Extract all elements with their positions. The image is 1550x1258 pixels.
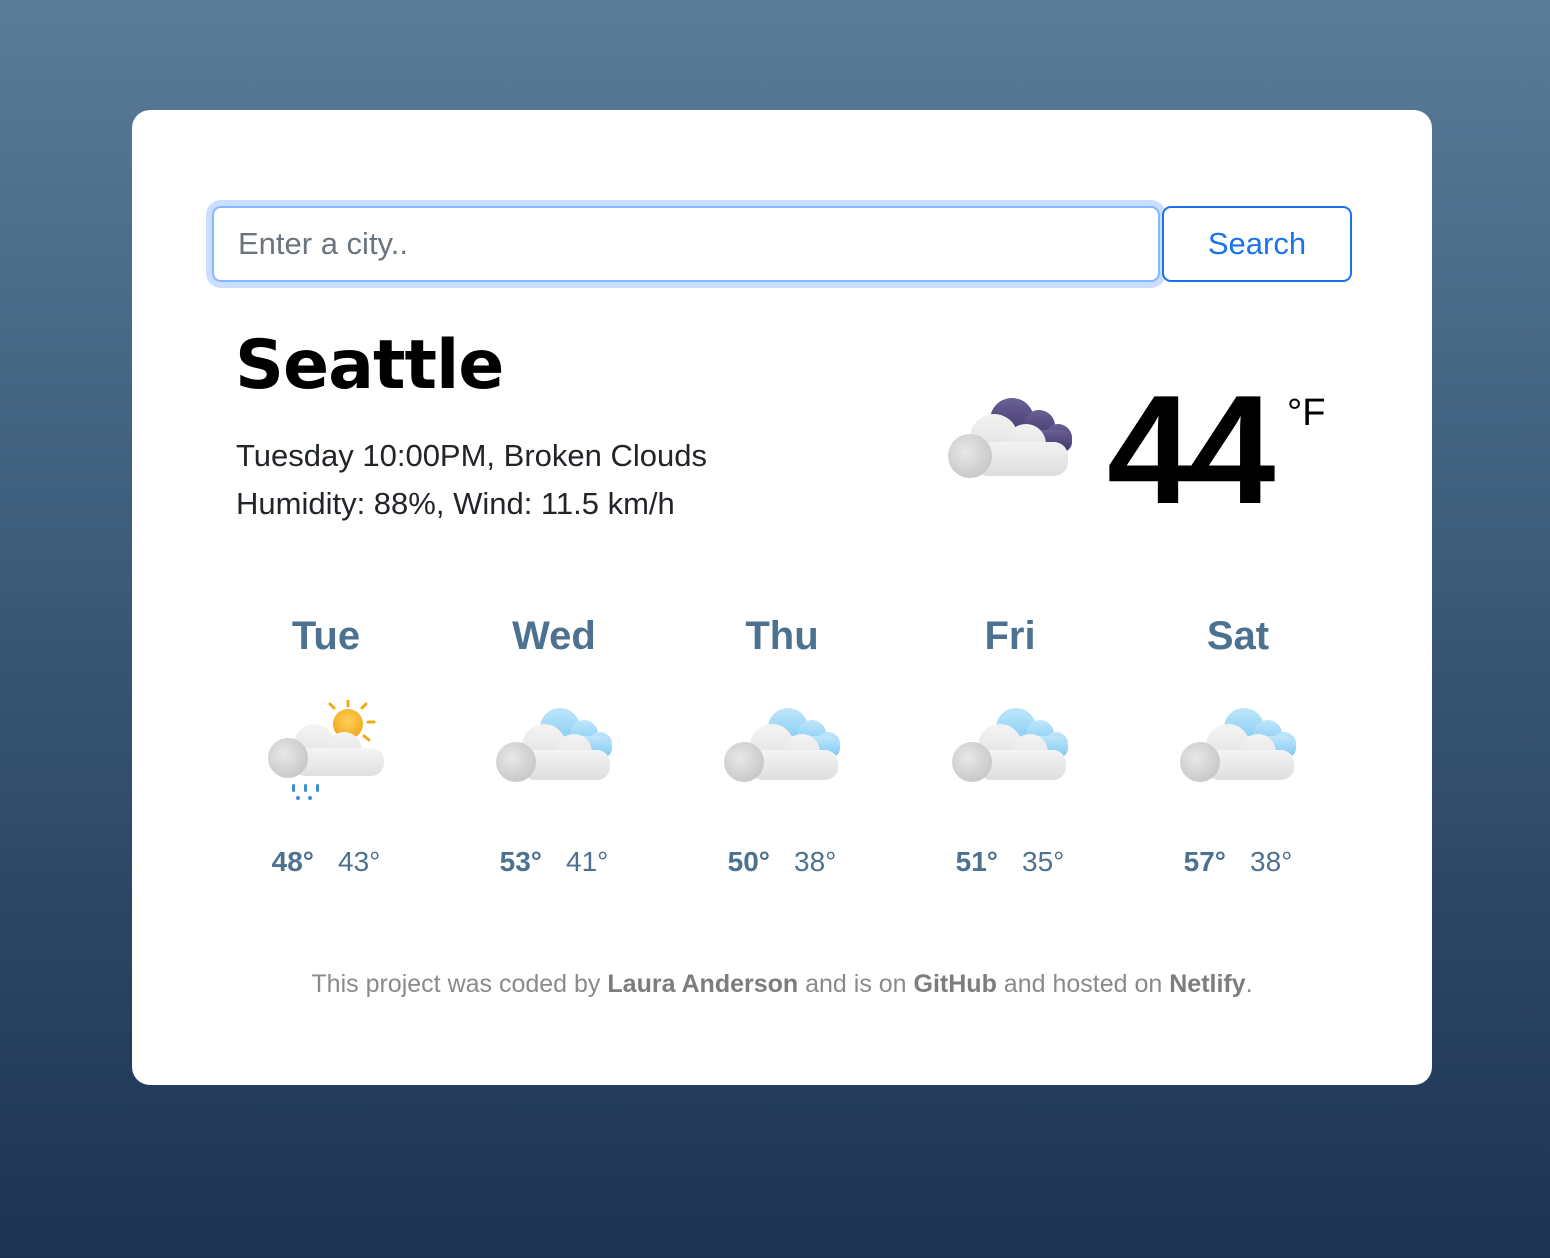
github-link[interactable]: GitHub bbox=[914, 970, 997, 998]
broken-clouds-icon bbox=[1180, 708, 1296, 782]
footer-text: . bbox=[1245, 970, 1253, 998]
forecast-temps: 51° 35° bbox=[896, 846, 1124, 878]
forecast-day-name: Wed bbox=[512, 614, 596, 658]
forecast-day: Thu 50° 38° bbox=[668, 610, 896, 900]
forecast-low: 41° bbox=[566, 846, 609, 877]
forecast-low: 38° bbox=[1250, 846, 1293, 877]
weather-card: Search Seattle Tuesday 10:00PM, Broken C… bbox=[132, 110, 1432, 1085]
forecast: Tue 48° 43° Wed 53° 41° Thu 50° 38° Fri … bbox=[212, 610, 1352, 900]
forecast-high: 57° bbox=[1183, 846, 1226, 877]
city-name: Seattle bbox=[235, 326, 504, 405]
search-form: Search bbox=[212, 206, 1352, 282]
temperature-unit[interactable]: °F bbox=[1287, 392, 1325, 435]
forecast-high: 51° bbox=[955, 846, 998, 877]
forecast-temps: 50° 38° bbox=[668, 846, 896, 878]
forecast-temps: 53° 41° bbox=[440, 846, 668, 878]
broken-clouds-icon bbox=[952, 708, 1068, 782]
broken-clouds-icon bbox=[496, 708, 612, 782]
broken-clouds-icon bbox=[724, 708, 840, 782]
forecast-high: 50° bbox=[727, 846, 770, 877]
netlify-link[interactable]: Netlify bbox=[1169, 970, 1245, 998]
author-link[interactable]: Laura Anderson bbox=[607, 970, 798, 998]
forecast-day: Fri 51° 35° bbox=[896, 610, 1124, 900]
footer-text: and hosted on bbox=[996, 970, 1170, 998]
broken-clouds-night-icon bbox=[948, 398, 1072, 478]
search-button[interactable]: Search bbox=[1162, 206, 1352, 282]
forecast-high: 48° bbox=[271, 846, 314, 877]
forecast-low: 43° bbox=[338, 846, 381, 877]
forecast-day: Sat 57° 38° bbox=[1124, 610, 1352, 900]
forecast-day: Wed 53° 41° bbox=[440, 610, 668, 900]
rain-sun-icon bbox=[268, 700, 384, 800]
forecast-day-name: Thu bbox=[745, 614, 819, 658]
forecast-day-name: Tue bbox=[291, 614, 361, 658]
current-temperature: 44 bbox=[1107, 363, 1275, 536]
forecast-temps: 48° 43° bbox=[212, 846, 440, 878]
footer-text: and is on bbox=[798, 970, 914, 998]
date-description: Tuesday 10:00PM, Broken Clouds bbox=[236, 438, 707, 473]
forecast-temps: 57° 38° bbox=[1124, 846, 1352, 878]
city-search-input[interactable] bbox=[212, 206, 1160, 282]
footer: This project was coded by Laura Anderson… bbox=[132, 970, 1432, 999]
forecast-day: Tue 48° 43° bbox=[212, 610, 440, 900]
humidity-wind: Humidity: 88%, Wind: 11.5 km/h bbox=[236, 486, 675, 521]
forecast-day-name: Sat bbox=[1206, 614, 1270, 658]
forecast-day-name: Fri bbox=[984, 614, 1036, 658]
forecast-low: 38° bbox=[794, 846, 837, 877]
footer-text: This project was coded by bbox=[311, 970, 608, 998]
forecast-low: 35° bbox=[1022, 846, 1065, 877]
forecast-high: 53° bbox=[499, 846, 542, 877]
current-details: Tuesday 10:00PM, Broken Clouds Humidity:… bbox=[236, 432, 707, 528]
